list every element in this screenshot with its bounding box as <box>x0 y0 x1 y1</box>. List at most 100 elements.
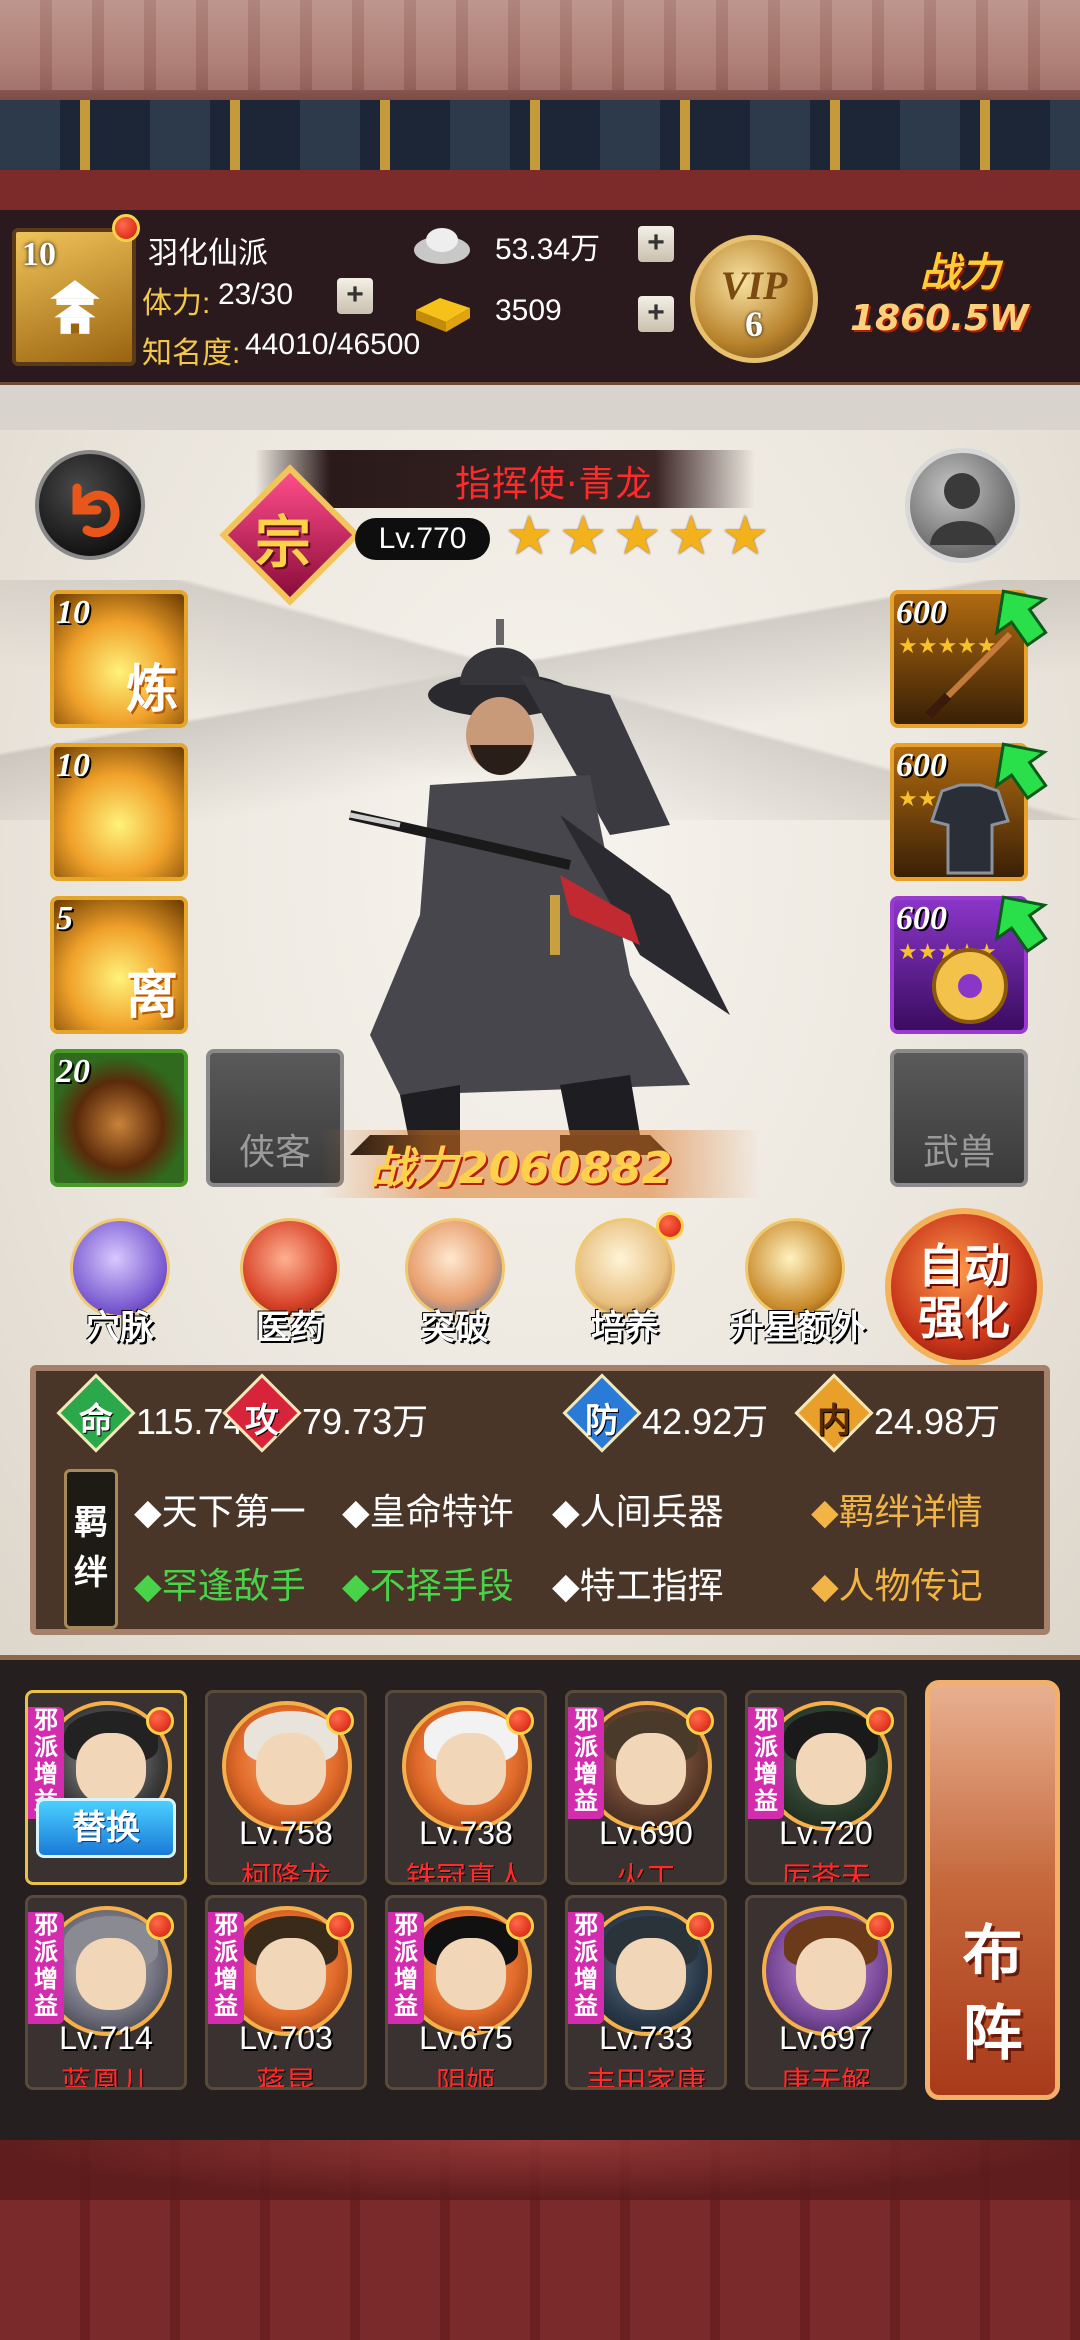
skill-fire[interactable]: 5 离 <box>50 896 188 1034</box>
hero-level: Lv.770 <box>355 518 490 560</box>
team-slot-1[interactable]: 邪派增益 替换 <box>25 1690 187 1885</box>
beast-slot[interactable]: 武兽 <box>890 1049 1028 1187</box>
function-label: 突破 <box>421 1308 489 1348</box>
notification-dot <box>146 1912 174 1940</box>
stat-glyph: 命 <box>79 1401 113 1441</box>
member-name: 厉苍天 <box>781 1861 871 1885</box>
stat-value: 24.98万 <box>874 1401 1001 1442</box>
hero-detail-panel: 指挥使·青龙 宗 Lv.770 ★ ★ ★ ★ ★ 10 炼 10 5 离 20 侠客 … <box>0 430 1080 1660</box>
team-slot-10[interactable]: Lv.697 唐无解 <box>745 1895 907 2090</box>
monk-avatar-icon <box>930 473 996 545</box>
member-name: 蒋昆 <box>256 2066 316 2090</box>
evil-faction-buff-tag: 邪派增益 <box>388 1912 424 2024</box>
stats-panel: 命 115.74万 攻 79.73万 防 42.92万 内 24.98万 羁 绊 <box>30 1365 1050 1635</box>
star-icon: ★ <box>559 504 608 567</box>
gold-ingot-icon <box>416 298 470 332</box>
member-level: Lv.733 <box>599 2020 693 2056</box>
upgrade-arrow-icon[interactable] <box>985 733 1055 803</box>
bond-tag-char: 羁 <box>74 1503 108 1543</box>
portrait-face <box>436 1938 506 2010</box>
member-name: 唐无解 <box>781 2066 871 2090</box>
stat-value: 42.92万 <box>642 1401 769 1442</box>
attribute-row: 命 115.74万 攻 79.73万 防 42.92万 内 24.98万 <box>46 1373 1046 1453</box>
upgrade-arrow-icon[interactable] <box>985 580 1055 650</box>
notification-dot <box>656 1212 684 1240</box>
add-gold-button[interactable]: + <box>638 296 674 332</box>
replace-button[interactable]: 替换 <box>36 1798 176 1858</box>
auto-strengthen-button[interactable]: 自动 强化 <box>885 1208 1043 1366</box>
cultivate-button[interactable]: 培养 <box>560 1212 690 1348</box>
skill-level: 5 <box>56 900 73 937</box>
notification-dot <box>506 1912 534 1940</box>
team-slot-4[interactable]: 邪派增益 Lv.690 火工 <box>565 1690 727 1885</box>
evil-faction-buff-tag: 邪派增益 <box>748 1707 784 1819</box>
member-name: 柯降龙 <box>241 1861 331 1885</box>
medicine-button[interactable]: 医药 <box>225 1218 355 1348</box>
meridian-button[interactable]: 穴脉 <box>55 1218 185 1348</box>
member-level: Lv.720 <box>779 1815 873 1851</box>
team-slot-3[interactable]: Lv.738 铁冠真人 <box>385 1690 547 1885</box>
team-slot-6[interactable]: 邪派增益 Lv.714 蓝凰儿 <box>25 1895 187 2090</box>
total-power-label: 战力 <box>920 249 1000 296</box>
hero-stars: ★ ★ ★ ★ ★ <box>505 504 775 567</box>
team-slot-7[interactable]: 邪派增益 Lv.703 蒋昆 <box>205 1895 367 2090</box>
skill-glyph: 炼 <box>125 659 178 720</box>
divider-band <box>0 385 1080 430</box>
equipment-level: 600 <box>896 747 947 784</box>
skill-slash[interactable]: 10 <box>50 743 188 881</box>
stamina-label: 体力: <box>142 287 211 320</box>
player-header: 10 羽化仙派 体力: 23/30 + 知名度: 44010/46500 53.… <box>0 210 1080 403</box>
auto-strengthen-line1: 自动 <box>918 1239 1010 1293</box>
function-label: 穴脉 <box>86 1308 154 1348</box>
team-slot-8[interactable]: 邪派增益 Lv.675 阴姬 <box>385 1895 547 2090</box>
skill-level: 10 <box>56 594 90 631</box>
hero-name: 指挥使·青龙 <box>455 464 653 505</box>
player-avatar[interactable]: 10 <box>12 228 136 366</box>
bond-details-link[interactable]: ◆羁绊详情 <box>811 1483 983 1535</box>
member-level: Lv.703 <box>239 2020 333 2056</box>
back-arrow-icon <box>72 483 120 538</box>
breakthrough-button[interactable]: 突破 <box>390 1218 520 1348</box>
equipment-stars: ★★★★★ <box>898 789 997 811</box>
add-stamina-button[interactable]: + <box>337 278 373 314</box>
total-power: 战力 1860.5W <box>850 240 1075 360</box>
star-upgrade-button[interactable]: 升星额外 <box>730 1218 866 1348</box>
hero-character-figure[interactable] <box>310 615 770 1175</box>
floor-arches <box>0 2140 1080 2200</box>
skill-level: 10 <box>56 747 90 784</box>
beast-slot-label: 武兽 <box>922 1132 995 1173</box>
star-icon: ★ <box>667 504 716 567</box>
stat-value: 79.73万 <box>302 1401 429 1442</box>
skill-refine[interactable]: 10 炼 <box>50 590 188 728</box>
notification-dot <box>866 1912 894 1940</box>
roof-tiles <box>0 0 1080 90</box>
notification-dot <box>686 1912 714 1940</box>
skill-dagger[interactable]: 20 <box>50 1049 188 1187</box>
biography-link[interactable]: ◆人物传记 <box>811 1557 983 1609</box>
portrait-face <box>256 1733 326 1805</box>
back-button[interactable] <box>35 450 145 560</box>
notification-dot <box>506 1707 534 1735</box>
equipment-stars: ★★★★★ <box>898 940 997 965</box>
member-name: 阴姬 <box>436 2066 496 2090</box>
bond-item: ◆天下第一 <box>134 1492 306 1533</box>
add-silver-button[interactable]: + <box>638 226 674 262</box>
stat-glyph: 内 <box>817 1401 851 1441</box>
hero-portrait-button[interactable] <box>905 448 1020 563</box>
notification-dot <box>112 214 140 242</box>
portrait-face <box>436 1733 506 1805</box>
team-slot-5[interactable]: 邪派增益 Lv.720 厉苍天 <box>745 1690 907 1885</box>
stat-glyph: 防 <box>585 1401 619 1441</box>
hero-combat-power: 战力2060882 <box>370 1143 673 1194</box>
team-slot-9[interactable]: 邪派增益 Lv.733 丰田家康 <box>565 1895 727 2090</box>
vip-badge[interactable]: VIP 6 <box>690 235 818 363</box>
team-slot-2[interactable]: Lv.758 柯降龙 <box>205 1690 367 1885</box>
formation-button[interactable]: 布 阵 <box>925 1680 1060 2100</box>
evil-faction-buff-tag: 邪派增益 <box>208 1912 244 2024</box>
skill-glyph: 离 <box>125 965 178 1026</box>
function-label: 培养 <box>591 1308 659 1348</box>
bond-item-active: ◆不择手段 <box>342 1566 514 1607</box>
vip-level: 6 <box>745 304 763 344</box>
upgrade-arrow-icon[interactable] <box>985 886 1055 956</box>
member-level: Lv.697 <box>779 2020 873 2056</box>
